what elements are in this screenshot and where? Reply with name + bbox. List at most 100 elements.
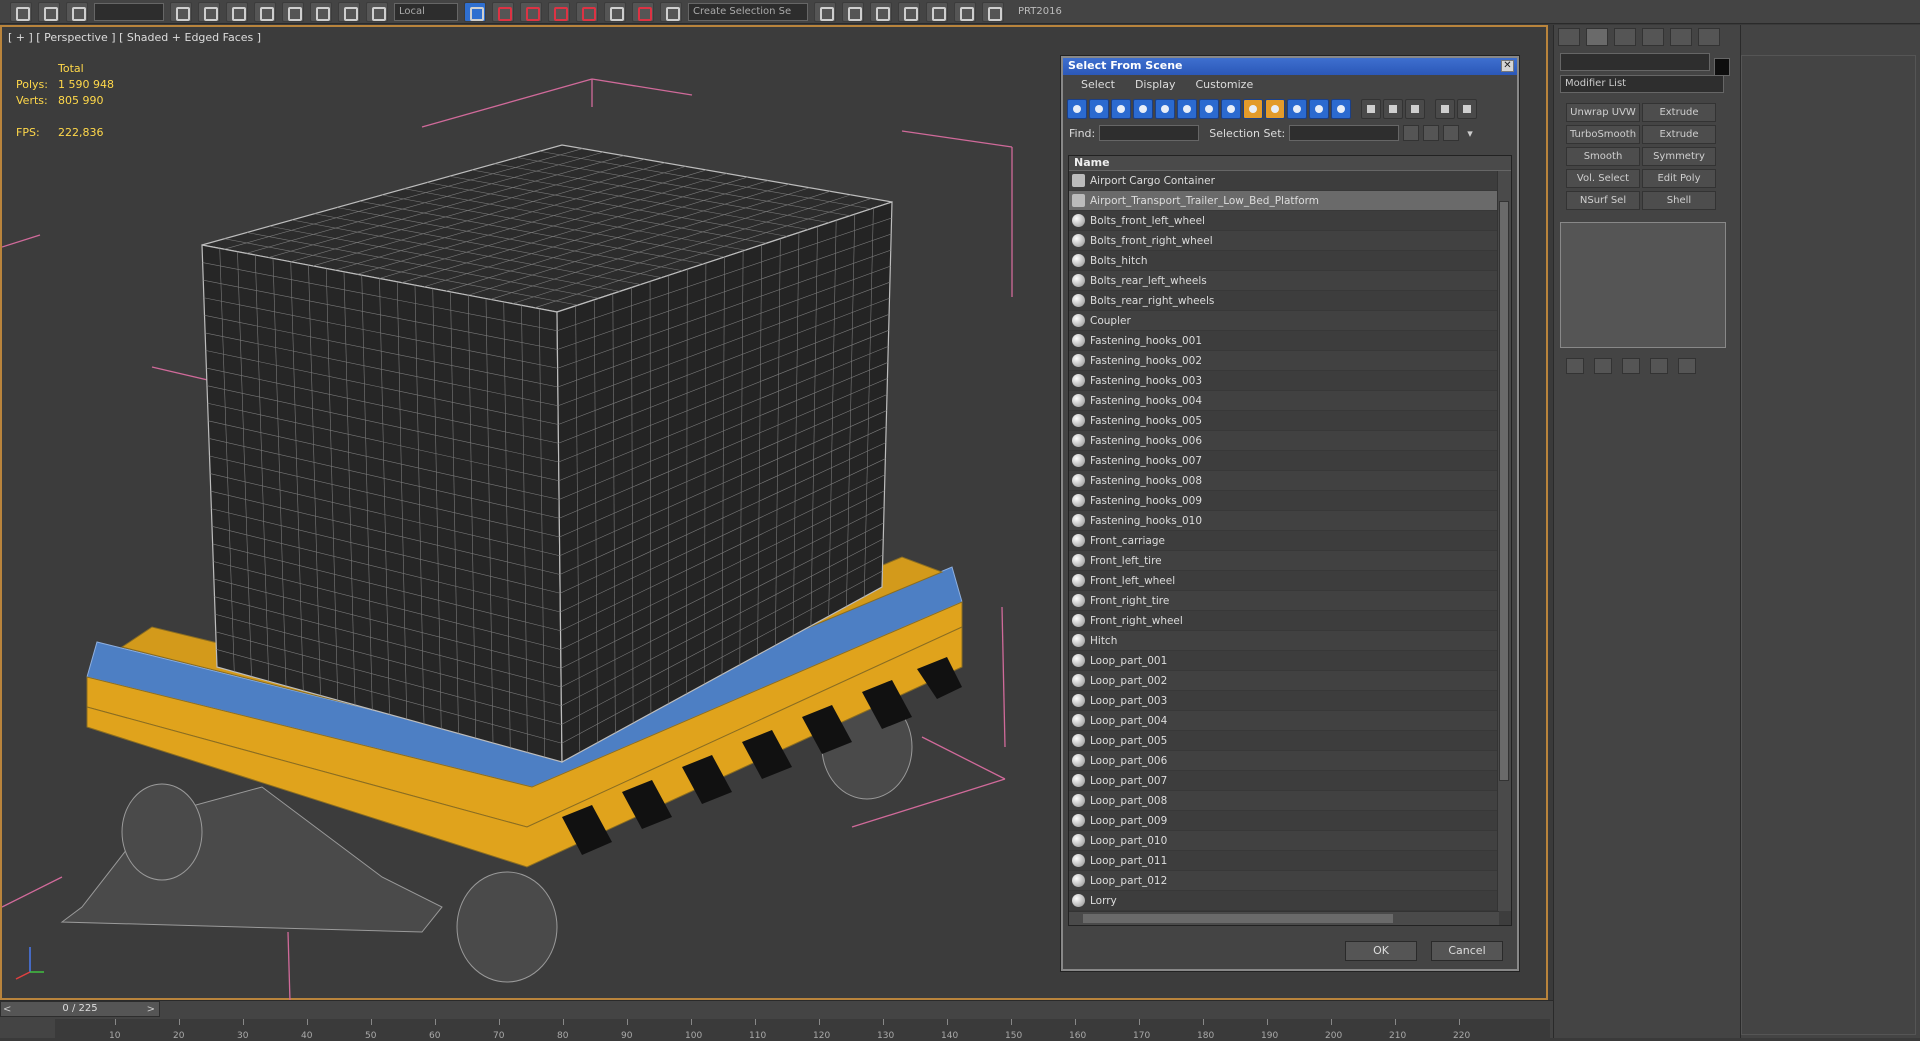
list-item[interactable]: Coupler: [1069, 311, 1511, 331]
remove-modifier-icon[interactable]: [1650, 358, 1668, 374]
list-item[interactable]: Loop_part_006: [1069, 751, 1511, 771]
render-icon[interactable]: [982, 1, 1004, 22]
list-item[interactable]: Loop_part_012: [1069, 871, 1511, 891]
display-tab-icon[interactable]: [1670, 28, 1692, 46]
select-all-icon[interactable]: [1361, 99, 1381, 119]
find-input[interactable]: [1099, 125, 1200, 141]
create-selection-set-icon[interactable]: [1403, 125, 1420, 141]
list-item[interactable]: Loop_part_005: [1069, 731, 1511, 751]
rotate-icon[interactable]: [338, 1, 360, 22]
list-item[interactable]: Fastening_hooks_008: [1069, 471, 1511, 491]
snap-icon[interactable]: [492, 1, 514, 22]
render-setup-icon[interactable]: [926, 1, 948, 22]
list-item[interactable]: Hitch: [1069, 631, 1511, 651]
modifier-button[interactable]: Symmetry: [1642, 147, 1716, 166]
layers-icon[interactable]: [814, 1, 836, 22]
list-item[interactable]: Fastening_hooks_002: [1069, 351, 1511, 371]
list-item[interactable]: Bolts_rear_left_wheels: [1069, 271, 1511, 291]
list-item[interactable]: Front_carriage: [1069, 531, 1511, 551]
vertical-scroll-thumb[interactable]: [1499, 201, 1509, 781]
list-item[interactable]: Bolts_rear_right_wheels: [1069, 291, 1511, 311]
reference-coord-dropdown[interactable]: Local: [394, 2, 458, 21]
display-groups-icon[interactable]: [1199, 99, 1219, 119]
scene-object-list[interactable]: Name Airport Cargo Container Airport_Tran…: [1068, 155, 1512, 926]
select-none-icon[interactable]: [1383, 99, 1403, 119]
list-item[interactable]: Loop_part_010: [1069, 831, 1511, 851]
display-all-icon[interactable]: [1331, 99, 1351, 119]
list-item[interactable]: Loop_part_003: [1069, 691, 1511, 711]
column-header-name[interactable]: Name: [1069, 156, 1511, 171]
display-frozen-icon[interactable]: [1287, 99, 1307, 119]
modifier-button[interactable]: Smooth: [1566, 147, 1640, 166]
select-icon[interactable]: [198, 1, 220, 22]
modifier-button[interactable]: TurboSmooth: [1566, 125, 1640, 144]
link-icon[interactable]: [10, 1, 32, 22]
list-item[interactable]: Airport_Transport_Trailer_Low_Bed_Platfo…: [1069, 191, 1511, 211]
region-icon[interactable]: [254, 1, 276, 22]
schematic-icon[interactable]: [870, 1, 892, 22]
time-slider[interactable]: < 0 / 225 >: [0, 1001, 160, 1017]
display-cameras-icon[interactable]: [1133, 99, 1153, 119]
list-item[interactable]: Fastening_hooks_006: [1069, 431, 1511, 451]
selection-set-dropdown[interactable]: [1289, 125, 1400, 141]
menu-customize[interactable]: Customize: [1195, 78, 1253, 92]
named-selection-dropdown[interactable]: Create Selection Se: [688, 2, 808, 21]
list-item[interactable]: Loop_part_008: [1069, 791, 1511, 811]
percent-snap-icon[interactable]: [548, 1, 570, 22]
list-item[interactable]: Front_right_wheel: [1069, 611, 1511, 631]
timeline-ruler[interactable]: 10 20 30 40 50 60 70 80 90 100 110 120 130 140 150 160 1…: [55, 1019, 1550, 1041]
filter-icon[interactable]: [1435, 99, 1455, 119]
list-item[interactable]: Bolts_front_right_wheel: [1069, 231, 1511, 251]
render-frame-icon[interactable]: [954, 1, 976, 22]
display-shapes-icon[interactable]: [1089, 99, 1109, 119]
time-slider-next[interactable]: >: [147, 1003, 155, 1017]
move-icon[interactable]: [310, 1, 332, 22]
list-item[interactable]: Fastening_hooks_009: [1069, 491, 1511, 511]
menu-select[interactable]: Select: [1081, 78, 1115, 92]
modifier-button[interactable]: Extrude: [1642, 103, 1716, 122]
list-item[interactable]: Bolts_front_left_wheel: [1069, 211, 1511, 231]
display-containers-icon[interactable]: [1265, 99, 1285, 119]
modifier-button[interactable]: Edit Poly: [1642, 169, 1716, 188]
add-to-selection-set-icon[interactable]: [1423, 125, 1440, 141]
display-xrefs-icon[interactable]: [1221, 99, 1241, 119]
list-item[interactable]: Fastening_hooks_003: [1069, 371, 1511, 391]
mirror-icon[interactable]: [632, 1, 654, 22]
show-end-result-icon[interactable]: [1594, 358, 1612, 374]
list-item[interactable]: Fastening_hooks_010: [1069, 511, 1511, 531]
modifier-stack[interactable]: [1560, 222, 1726, 348]
pin-stack-icon[interactable]: [1566, 358, 1584, 374]
list-item[interactable]: Front_left_wheel: [1069, 571, 1511, 591]
display-bones-icon[interactable]: [1243, 99, 1263, 119]
make-unique-icon[interactable]: [1622, 358, 1640, 374]
create-tab-icon[interactable]: [1558, 28, 1580, 46]
hierarchy-tab-icon[interactable]: [1614, 28, 1636, 46]
filter-options-icon[interactable]: [1457, 99, 1477, 119]
object-color-swatch[interactable]: [1714, 58, 1730, 76]
list-item[interactable]: Loop_part_001: [1069, 651, 1511, 671]
modifier-button[interactable]: Extrude: [1642, 125, 1716, 144]
object-name-field[interactable]: [1560, 53, 1710, 71]
utilities-tab-icon[interactable]: [1698, 28, 1720, 46]
list-item[interactable]: Fastening_hooks_001: [1069, 331, 1511, 351]
selection-filter-dropdown[interactable]: [94, 2, 164, 21]
filter-icon[interactable]: [170, 1, 192, 22]
modify-tab-icon[interactable]: [1586, 28, 1608, 46]
close-icon[interactable]: ✕: [1501, 60, 1514, 72]
window-crossing-icon[interactable]: [282, 1, 304, 22]
list-item[interactable]: Lorry: [1069, 891, 1511, 911]
pivot-icon[interactable]: [464, 1, 486, 22]
cancel-button[interactable]: Cancel: [1431, 941, 1503, 961]
select-invert-icon[interactable]: [1405, 99, 1425, 119]
list-item[interactable]: Loop_part_002: [1069, 671, 1511, 691]
list-item[interactable]: Fastening_hooks_004: [1069, 391, 1511, 411]
display-helpers-icon[interactable]: [1155, 99, 1175, 119]
configure-sets-icon[interactable]: [1678, 358, 1696, 374]
ok-button[interactable]: OK: [1345, 941, 1417, 961]
modifier-button[interactable]: Unwrap UVW: [1566, 103, 1640, 122]
display-geometry-icon[interactable]: [1067, 99, 1087, 119]
material-editor-icon[interactable]: [898, 1, 920, 22]
viewport-label[interactable]: [ + ] [ Perspective ] [ Shaded + Edged F…: [8, 31, 261, 44]
horizontal-scrollbar[interactable]: [1069, 911, 1499, 925]
remove-from-selection-set-icon[interactable]: [1443, 125, 1460, 141]
